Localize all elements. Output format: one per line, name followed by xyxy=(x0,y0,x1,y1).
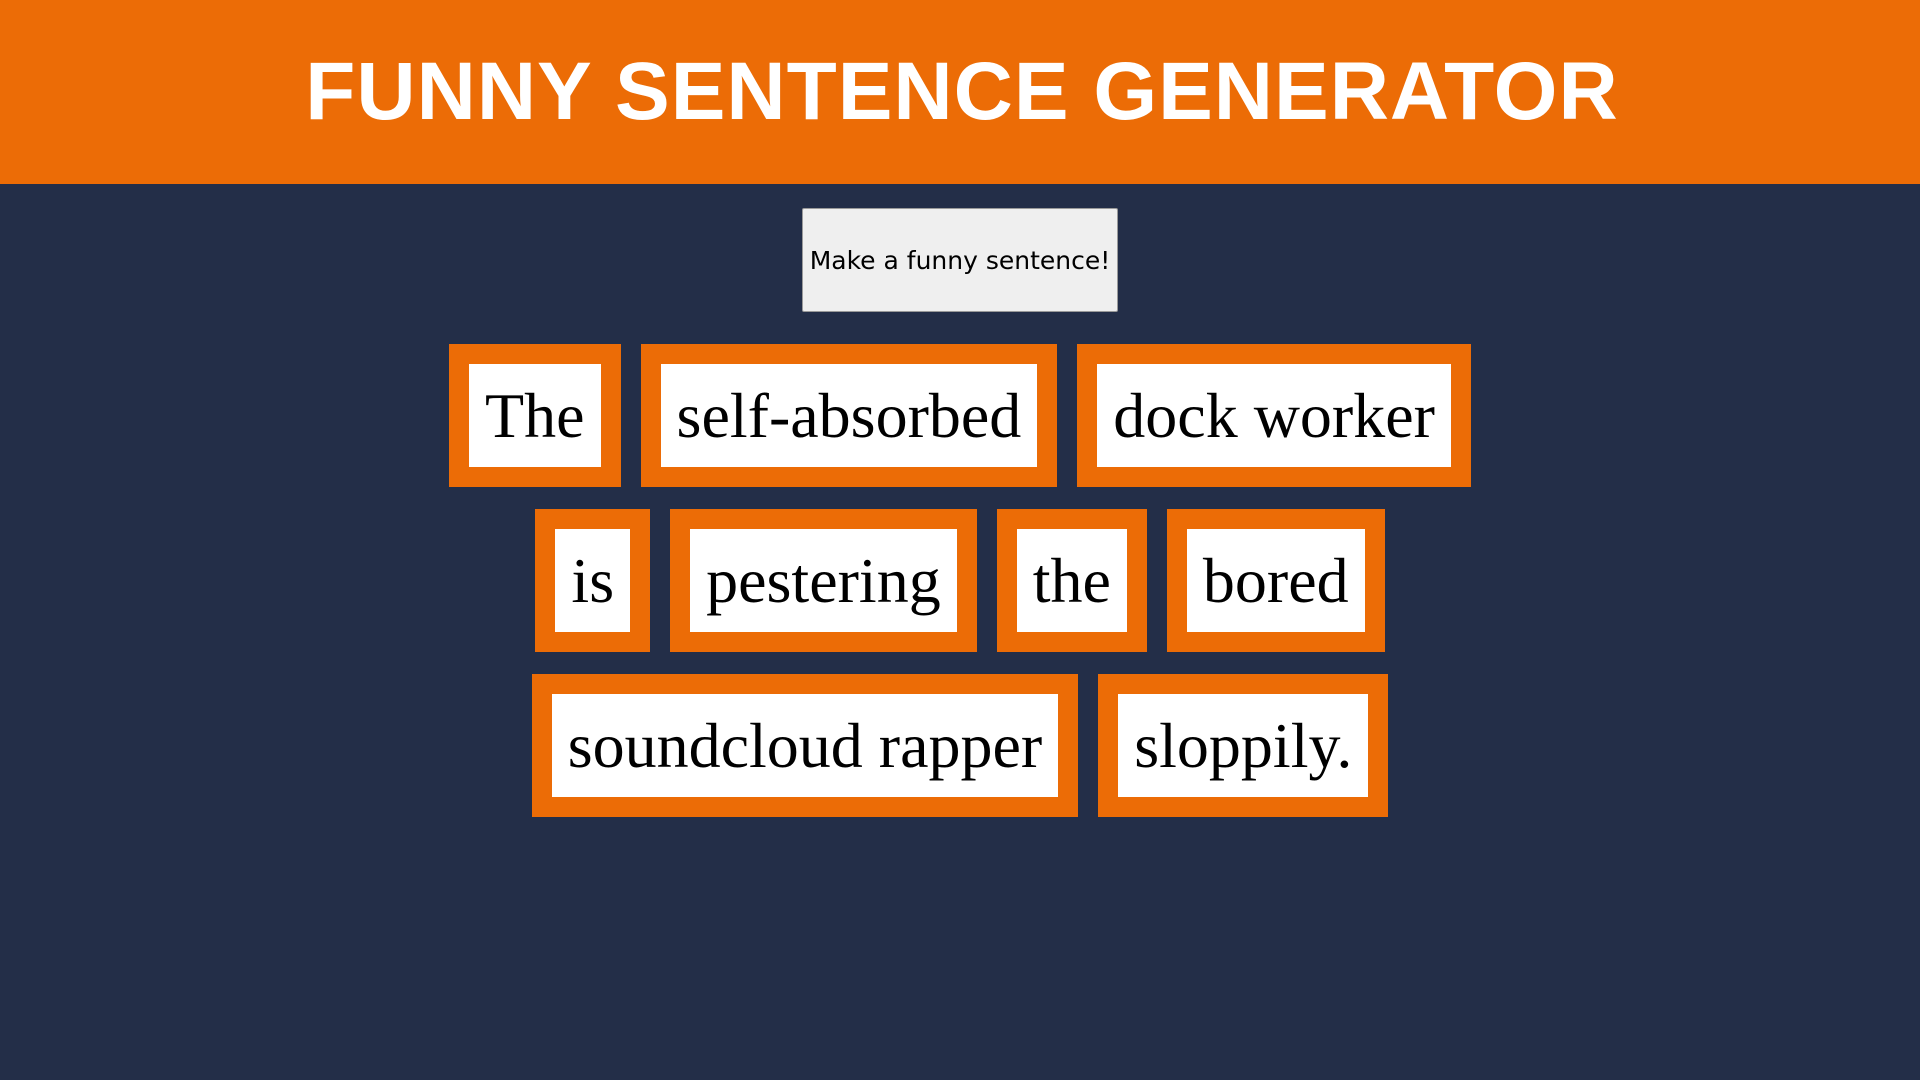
word-tile: is xyxy=(535,509,651,652)
word-text: soundcloud rapper xyxy=(551,694,1059,797)
make-sentence-button[interactable]: Make a funny sentence! xyxy=(802,208,1118,312)
word-row-1: The self-absorbed dock worker xyxy=(439,344,1481,487)
word-tile: the xyxy=(996,509,1147,652)
word-tile: self-absorbed xyxy=(640,344,1058,487)
word-text: sloppily. xyxy=(1118,694,1369,797)
word-tile: soundcloud rapper xyxy=(531,674,1079,817)
word-tile: sloppily. xyxy=(1098,674,1389,817)
sentence-display: The self-absorbed dock worker is pesteri… xyxy=(410,344,1510,839)
word-tile: bored xyxy=(1166,509,1385,652)
word-text: dock worker xyxy=(1097,364,1451,467)
word-text: self-absorbed xyxy=(660,364,1038,467)
word-tile: pestering xyxy=(670,509,977,652)
word-tile: dock worker xyxy=(1077,344,1471,487)
page-title: FUNNY SENTENCE GENERATOR xyxy=(305,46,1619,137)
word-text: is xyxy=(555,529,631,632)
word-row-2: is pestering the bored xyxy=(525,509,1394,652)
word-text: bored xyxy=(1186,529,1365,632)
word-text: pestering xyxy=(690,529,957,632)
page-header: FUNNY SENTENCE GENERATOR xyxy=(0,0,1920,184)
word-text: the xyxy=(1016,529,1127,632)
word-row-3: soundcloud rapper sloppily. xyxy=(522,674,1399,817)
controls: Make a funny sentence! xyxy=(0,184,1920,312)
word-text: The xyxy=(469,364,601,467)
word-tile: The xyxy=(449,344,621,487)
